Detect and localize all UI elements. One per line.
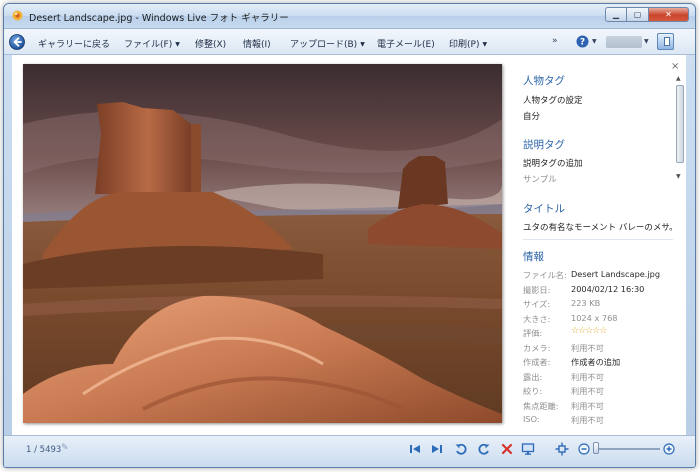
print-menu[interactable]: 印刷(P) ▼	[449, 37, 487, 50]
chevron-down-icon: ▼	[175, 41, 180, 48]
zoom-slider-thumb[interactable]	[593, 442, 599, 454]
info-label: 作成者:	[523, 357, 551, 367]
info-value[interactable]: 作成者の追加	[571, 356, 620, 368]
photo-gallery-window: Desert Landscape.jpg - Windows Live フォト …	[3, 3, 696, 468]
info-label: 大きさ:	[523, 313, 551, 324]
add-caption-tag-link[interactable]: 説明タグの追加	[523, 157, 583, 169]
file-menu-label: ファイル(F)	[124, 40, 173, 50]
star-icon[interactable]: ☆	[599, 326, 607, 336]
rotate-counterclockwise-icon[interactable]	[454, 442, 468, 456]
file-menu[interactable]: ファイル(F) ▼	[124, 37, 180, 50]
scroll-up-icon[interactable]: ▲	[676, 75, 681, 82]
zoom-out-icon[interactable]	[577, 442, 591, 456]
maximize-icon: ▢	[633, 10, 642, 19]
info-value: 利用不可	[571, 386, 604, 396]
info-label: 撮影日:	[523, 284, 551, 295]
back-arrow-icon[interactable]	[9, 34, 25, 50]
info-heading: 情報	[523, 251, 544, 263]
info-value: 利用不可	[571, 400, 604, 411]
previous-icon[interactable]	[408, 442, 422, 456]
people-tags-heading: 人物タグ	[523, 75, 565, 87]
window-controls: ▁ ▢ ✕	[605, 7, 689, 22]
next-icon[interactable]	[430, 442, 444, 456]
chevron-down-icon: ▼	[482, 41, 488, 48]
slideshow-icon[interactable]	[521, 442, 535, 456]
window-title: Desert Landscape.jpg - Windows Live フォト …	[29, 13, 289, 24]
info-label: 露出:	[523, 371, 543, 382]
info-label: 焦点距離:	[523, 400, 559, 411]
info-label: ISO:	[523, 414, 540, 424]
toolbar-overflow-button[interactable]: »	[552, 36, 558, 46]
upload-menu[interactable]: アップロード(B) ▼	[290, 37, 365, 50]
info-value: 利用不可	[571, 371, 604, 382]
minimize-button[interactable]: ▁	[605, 7, 627, 22]
caption-tag-item[interactable]: サンプル	[523, 173, 557, 185]
people-tag-item[interactable]: 自分	[523, 110, 540, 122]
account-signin[interactable]	[606, 36, 642, 48]
close-pane-icon[interactable]: ×	[671, 61, 679, 72]
upload-menu-label: アップロード(B)	[290, 40, 358, 50]
info-value[interactable]: 2004/02/12 16:30	[571, 284, 644, 294]
desert-landscape-photo	[23, 64, 502, 423]
email-menu[interactable]: 電子メール(E)	[377, 37, 435, 50]
title-bar: Desert Landscape.jpg - Windows Live フォト …	[4, 4, 695, 28]
minimize-icon: ▁	[612, 10, 620, 19]
chevron-down-icon: ▼	[360, 41, 365, 48]
viewer-content: × ▲ ▼ 人物タグ 人物タグの設定 自分 説明タグ 説明タグの追加 サンプル …	[12, 55, 686, 435]
info-value: 利用不可	[571, 342, 604, 353]
print-menu-label: 印刷(P)	[449, 40, 480, 50]
close-window-button[interactable]: ✕	[649, 7, 689, 22]
info-pane: × ▲ ▼ 人物タグ 人物タグの設定 自分 説明タグ 説明タグの追加 サンプル …	[519, 55, 684, 435]
info-label: 評価:	[523, 328, 543, 338]
close-icon: ✕	[665, 10, 672, 19]
delete-icon[interactable]	[500, 442, 514, 456]
photo-gallery-app-icon	[12, 10, 23, 21]
info-value: 1024 x 768	[571, 312, 618, 323]
info-label: サイズ:	[523, 299, 551, 309]
info-label: ファイル名:	[523, 270, 567, 280]
page-counter: 1 / 5493	[26, 445, 62, 455]
zoom-slider-track[interactable]	[594, 448, 660, 450]
info-value[interactable]: Desert Landscape.jpg	[571, 269, 660, 279]
caption-tags-heading: 説明タグ	[523, 139, 565, 151]
photo-title-field[interactable]: ユタの有名なモーメント バレーのメサ。	[523, 221, 678, 233]
info-value: 223 KB	[571, 298, 601, 308]
rating-stars[interactable]: ☆☆☆☆☆	[571, 326, 607, 336]
rotate-clockwise-icon[interactable]	[477, 442, 491, 456]
maximize-button[interactable]: ▢	[627, 7, 649, 22]
fix-menu[interactable]: 修整(X)	[195, 37, 226, 50]
add-people-tag-link[interactable]: 人物タグの設定	[523, 94, 583, 106]
help-dropdown-icon[interactable]: ▼	[592, 38, 597, 45]
zoom-in-icon[interactable]	[662, 442, 676, 456]
scrollbar-thumb[interactable]	[676, 85, 684, 163]
command-bar: ギャラリーに戻る ファイル(F) ▼ 修整(X) 情報(I) アップロード(B) ▼…	[4, 28, 695, 55]
pencil-icon[interactable]: ✎	[61, 443, 69, 453]
title-heading: タイトル	[523, 203, 565, 215]
account-dropdown-icon[interactable]: ▼	[644, 38, 649, 45]
control-bar: 1 / 5493 ✎	[4, 435, 695, 467]
info-menu[interactable]: 情報(I)	[243, 37, 271, 50]
info-pane-toggle-button[interactable]	[657, 33, 674, 50]
info-label: 絞り:	[523, 386, 543, 396]
photo-viewer[interactable]	[23, 64, 502, 423]
help-icon[interactable]: ?	[576, 35, 589, 48]
back-to-gallery-button[interactable]: ギャラリーに戻る	[38, 37, 110, 50]
divider	[523, 239, 673, 240]
info-pane-scrollbar[interactable]: ▲ ▼	[676, 75, 684, 183]
info-label: カメラ:	[523, 342, 551, 353]
pane-icon	[664, 37, 670, 46]
svg-text:?: ?	[580, 38, 585, 48]
scroll-down-icon[interactable]: ▼	[676, 173, 681, 180]
actual-size-icon[interactable]	[555, 442, 569, 456]
info-value: 利用不可	[571, 415, 604, 425]
